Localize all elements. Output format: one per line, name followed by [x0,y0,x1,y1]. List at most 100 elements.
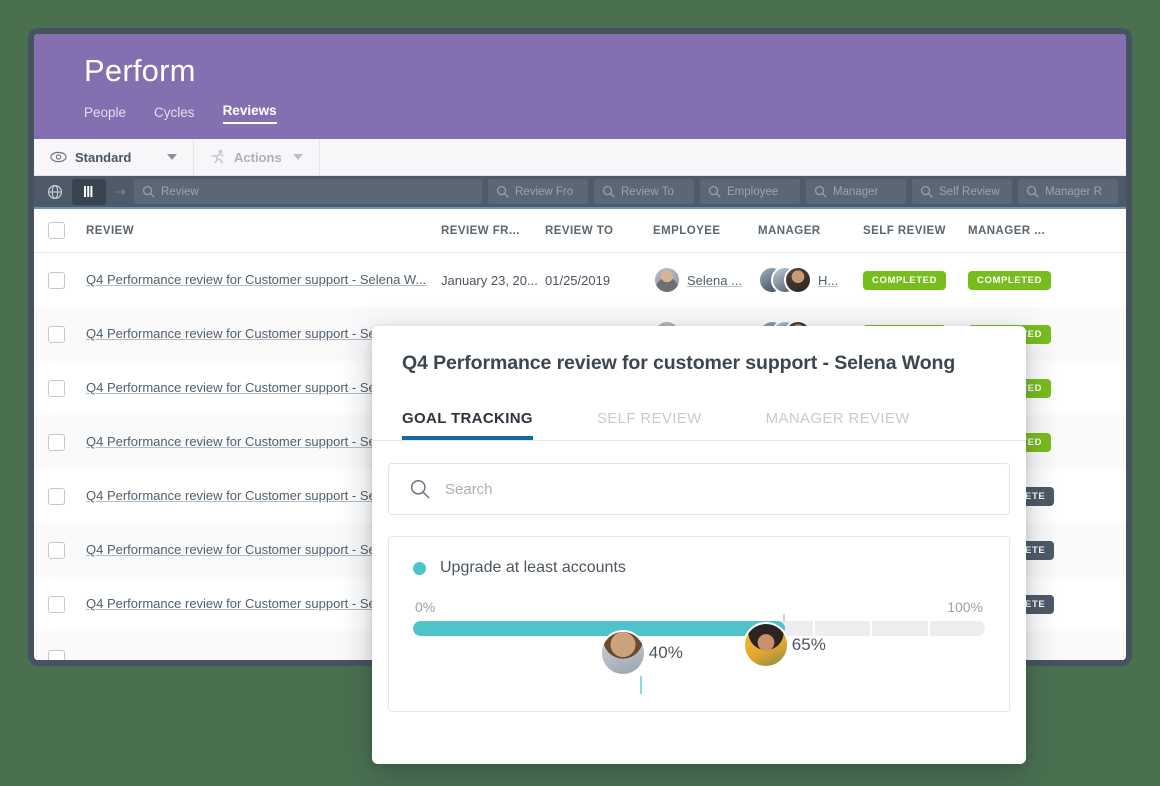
goal-manager-value: 65% [791,635,826,654]
row-select-cell [48,433,86,451]
row-checkbox[interactable] [48,541,65,559]
table-row[interactable]: Q4 Performance review for Customer suppo… [34,253,1126,307]
goal-manager-marker-stem [783,614,786,622]
row-select-cell [48,649,86,660]
row-select-cell [48,487,86,505]
row-checkbox[interactable] [48,487,65,505]
actions-menu-label: Actions [234,149,282,165]
column-header-manager-review[interactable]: MANAGER ... [968,225,1078,237]
view-selector-label: Standard [75,149,132,165]
search-icon [814,185,827,198]
filter-input-review-from[interactable]: Review Fro [488,179,588,204]
review-link[interactable]: Q4 Performance review for Customer suppo… [86,272,426,287]
cell-manager: H... [758,266,863,294]
search-icon [1026,185,1039,198]
goal-progress-track[interactable] [413,621,985,636]
table-header-row: REVIEW REVIEW FR... REVIEW TO EMPLOYEE M… [34,209,1126,253]
row-select-cell [48,541,86,559]
row-select-cell [48,595,86,613]
review-detail-modal: Q4 Performance review for customer suppo… [372,326,1026,764]
row-select-cell [48,325,86,343]
status-badge: COMPLETED [968,271,1052,290]
row-checkbox[interactable] [48,649,65,660]
column-header-review-to[interactable]: REVIEW TO [545,225,653,237]
actions-menu[interactable]: Actions [194,139,320,175]
column-header-manager[interactable]: MANAGER [758,225,863,237]
goal-scale-max: 100% [947,599,983,615]
search-icon [920,185,933,198]
filter-bar: ⇢ Review Review Fro Review To Employee M… [34,176,1126,209]
search-icon [602,185,615,198]
row-checkbox[interactable] [48,325,65,343]
select-all-checkbox[interactable] [48,222,65,239]
goal-name: Upgrade at least accounts [440,559,626,576]
column-header-review-from[interactable]: REVIEW FR... [441,225,545,237]
filter-input-employee[interactable]: Employee [700,179,800,204]
chevron-down-icon [167,154,177,160]
search-icon [142,185,155,198]
goal-self-value: 40% [648,643,683,662]
goal-progress-zone: 0% 100% 40% 65% [413,599,985,709]
goal-scale: 0% 100% [413,599,985,621]
view-selector[interactable]: Standard [34,139,194,175]
filter-input-self-review[interactable]: Self Review [912,179,1012,204]
filter-input-manager[interactable]: Manager [806,179,906,204]
avatar [784,266,812,294]
modal-title: Q4 Performance review for customer suppo… [402,352,956,374]
row-select-cell [48,379,86,397]
goal-manager-marker-row: 65% [742,622,826,668]
filter-input-manager-review[interactable]: Manager R [1018,179,1118,204]
modal-body: Search Upgrade at least accounts 0% 100% [372,441,1026,712]
row-checkbox[interactable] [48,433,65,451]
columns-icon[interactable] [72,178,106,205]
goal-self-marker-stem [640,676,643,694]
row-checkbox[interactable] [48,379,65,397]
page-title: Perform [84,53,196,88]
cell-employee: Selena ... [653,266,758,294]
filter-input-review-to[interactable]: Review To [594,179,694,204]
goal-self-marker[interactable]: 40% [599,630,683,694]
app-header: Perform People Cycles Reviews [34,34,1126,139]
globe-icon[interactable] [38,179,72,205]
column-header-review[interactable]: REVIEW [86,225,441,237]
avatar [653,266,681,294]
nav-item-reviews[interactable]: Reviews [222,103,277,124]
column-header-self-review[interactable]: SELF REVIEW [863,225,968,237]
arrow-right-icon[interactable]: ⇢ [106,184,134,200]
nav-item-cycles[interactable]: Cycles [154,105,195,124]
employee-link[interactable]: Selena ... [687,273,742,288]
filter-placeholder: Employee [727,185,779,198]
row-checkbox[interactable] [48,595,65,613]
avatar [599,630,646,676]
row-checkbox[interactable] [48,271,65,289]
cell-review: Q4 Performance review for Customer suppo… [86,271,441,289]
row-select-cell [48,271,86,289]
modal-tabs: GOAL TRACKING SELF REVIEW MANAGER REVIEW [372,402,1026,441]
filter-input-review[interactable]: Review [134,179,482,204]
cell-review-to: 01/25/2019 [545,272,611,288]
chevron-down-icon [293,154,303,160]
tab-self-review[interactable]: SELF REVIEW [597,402,702,440]
search-icon [496,185,509,198]
status-badge: COMPLETED [863,271,947,290]
select-all-cell [48,222,86,239]
goal-self-marker-row: 40% [599,630,683,676]
column-header-employee[interactable]: EMPLOYEE [653,225,758,237]
cell-review-from: January 23, 20... [441,272,538,288]
search-icon [410,479,430,499]
manager-link[interactable]: H... [818,273,838,288]
filter-placeholder: Self Review [939,185,1000,198]
goal-search-placeholder: Search [445,480,493,498]
avatar [742,622,789,668]
modal-header: Q4 Performance review for customer suppo… [372,326,1026,375]
tab-manager-review[interactable]: MANAGER REVIEW [766,402,910,440]
filter-placeholder: Review [161,185,199,198]
nav-item-people[interactable]: People [84,105,126,124]
goal-manager-marker[interactable]: 65% [742,614,826,668]
runner-icon [210,149,226,165]
goal-search-input[interactable]: Search [388,463,1010,515]
toolbar: Standard Actions [34,139,1126,176]
tab-goal-tracking[interactable]: GOAL TRACKING [402,402,533,440]
goal-card: Upgrade at least accounts 0% 100% 40% 65… [388,536,1010,712]
